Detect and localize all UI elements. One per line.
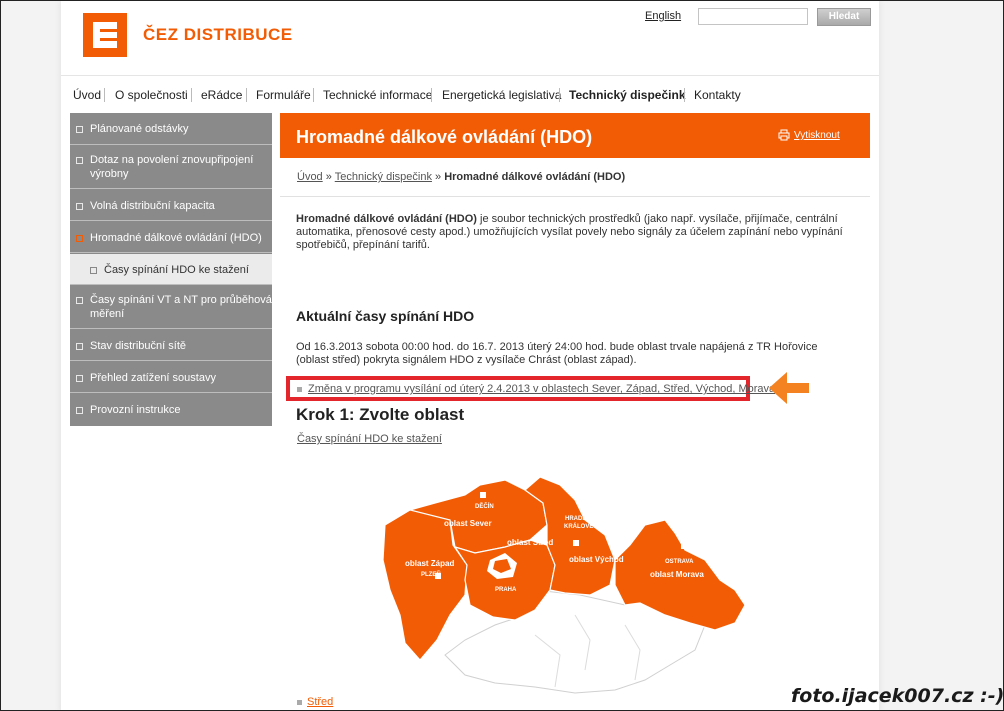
print-link[interactable]: Vytisknout [778,129,840,141]
sidebar-item-label: Časy spínání VT a NT pro průběhová měřen… [90,294,272,320]
sidebar-item-label: Přehled zatížení soustavy [90,372,216,384]
breadcrumb-home[interactable]: Úvod [297,171,323,183]
intro-paragraph: Hromadné dálkové ovládání (HDO) je soubo… [296,213,856,252]
main-navigation: Úvod O společnosti eRádce Formuláře Tech… [61,75,879,112]
sidebar-item-casy-vt-nt[interactable]: Časy spínání VT a NT pro průběhová měřen… [70,286,272,329]
sidebar-item-label: Časy spínání HDO ke stažení [104,264,249,276]
sidebar-item-label: Hromadné dálkové ovládání (HDO) [90,232,262,244]
breadcrumb-current: Hromadné dálkové ovládání (HDO) [444,171,626,183]
sidebar-item-label: Stav distribuční sítě [90,340,186,352]
sidebar-item-planovane-odstavky[interactable]: Plánované odstávky [70,113,272,145]
city-label-kralove: KRÁLOVÉ [564,522,593,530]
nav-separator [246,88,247,102]
square-bullet-icon [76,407,83,414]
divider [280,196,870,197]
nav-item-energeticka-legislativa[interactable]: Energetická legislativa [442,88,561,102]
city-label-praha: PRAHA [495,587,517,593]
screenshot-frame: ČEZ DISTRIBUCE English Hledat Úvod O spo… [0,0,1004,711]
sidebar-item-volna-kapacita[interactable]: Volná distribuční kapacita [70,190,272,221]
sidebar-item-label: Provozní instrukce [90,404,181,416]
nav-item-o-spolecnosti[interactable]: O společnosti [115,88,188,102]
sidebar-item-label: Volná distribuční kapacita [90,200,215,212]
english-link[interactable]: English [645,10,681,22]
city-marker-icon [573,540,579,546]
city-label-ostrava: OSTRAVA [665,559,694,565]
printer-icon [778,129,790,141]
region-label-morava[interactable]: oblast Morava [650,570,704,579]
page: ČEZ DISTRIBUCE English Hledat Úvod O spo… [61,1,879,710]
sidebar-subitem-casy-spinani-hdo[interactable]: Časy spínání HDO ke stažení [70,254,272,285]
sidebar-item-label: Dotaz na povolení znovupřipojení výrobny [90,154,254,180]
breadcrumb-separator: » [435,171,442,183]
nav-separator [191,88,192,102]
cez-logo-icon[interactable] [83,13,127,57]
print-label: Vytisknout [794,130,840,141]
breadcrumb-section[interactable]: Technický dispečink [335,171,432,183]
square-bullet-icon [76,157,83,164]
city-marker-icon [681,543,687,549]
region-link-stred[interactable]: Střed [307,696,333,708]
region-label-stred[interactable]: oblast Střed [507,538,553,547]
city-label-plzen: PLZEŇ [421,570,441,578]
square-bullet-icon [76,203,83,210]
square-bullet-icon [76,343,83,350]
breadcrumb: Úvod » Technický dispečink » Hromadné dá… [297,171,625,183]
nav-item-formulare[interactable]: Formuláře [256,88,311,102]
search-button[interactable]: Hledat [817,8,871,26]
sidebar-item-stav-site[interactable]: Stav distribuční sítě [70,330,272,361]
city-label-decin: DĚČÍN [475,502,494,510]
breadcrumb-separator: » [325,171,332,183]
region-label-sever[interactable]: oblast Sever [444,519,492,528]
nav-separator [313,88,314,102]
square-bullet-icon [76,297,83,304]
sidebar-item-label: Plánované odstávky [90,123,189,135]
list-bullet-icon [297,387,302,392]
nav-item-technicke-informace[interactable]: Technické informace [323,88,432,102]
download-times-link[interactable]: Časy spínání HDO ke stažení [297,433,442,445]
step-heading: Krok 1: Zvolte oblast [296,405,465,424]
nav-separator [559,88,560,102]
square-bullet-icon [90,267,97,274]
sidebar: Plánované odstávky Dotaz na povolení zno… [70,113,272,426]
square-bullet-icon [76,235,83,242]
nav-item-eradce[interactable]: eRádce [201,88,242,102]
square-bullet-icon [76,126,83,133]
region-label-vychod[interactable]: oblast Východ [569,555,624,564]
notice-paragraph: Od 16.3.2013 sobota 00:00 hod. do 16.7. … [296,341,818,366]
program-change-link[interactable]: Změna v programu vysílání od úterý 2.4.2… [308,383,775,395]
list-bullet-icon [297,700,302,705]
brand-name: ČEZ DISTRIBUCE [143,25,293,44]
square-bullet-icon [76,375,83,382]
nav-item-technicky-dispecink[interactable]: Technický dispečink [569,88,686,102]
sidebar-item-provozni-instrukce[interactable]: Provozní instrukce [70,394,272,426]
nav-separator [684,88,685,102]
page-title-bar: Hromadné dálkové ovládání (HDO) Vytiskno… [280,113,870,158]
sidebar-item-prehled-zatizeni[interactable]: Přehled zatížení soustavy [70,362,272,393]
nav-item-kontakty[interactable]: Kontakty [694,88,741,102]
page-title: Hromadné dálkové ovládání (HDO) [296,127,593,147]
nav-separator [431,88,432,102]
arrow-left-icon [769,372,809,404]
search-input[interactable] [698,8,808,25]
city-marker-icon [480,492,486,498]
sidebar-item-dotaz-povoleni[interactable]: Dotaz na povolení znovupřipojení výrobny [70,146,272,189]
region-label-zapad[interactable]: oblast Západ [405,559,454,568]
city-label-hradec: HRADEC [565,516,591,522]
nav-item-uvod[interactable]: Úvod [73,88,101,102]
section-heading: Aktuální časy spínání HDO [296,308,475,324]
nav-separator [104,88,105,102]
intro-term: Hromadné dálkové ovládání (HDO) [296,213,477,225]
watermark: foto.ijacek007.cz :-) [791,685,1004,707]
region-map: DĚČÍN HRADEC KRÁLOVÉ PRAHA PLZEŇ OSTRAVA… [382,476,746,694]
sidebar-item-hdo[interactable]: Hromadné dálkové ovládání (HDO) [70,222,272,253]
